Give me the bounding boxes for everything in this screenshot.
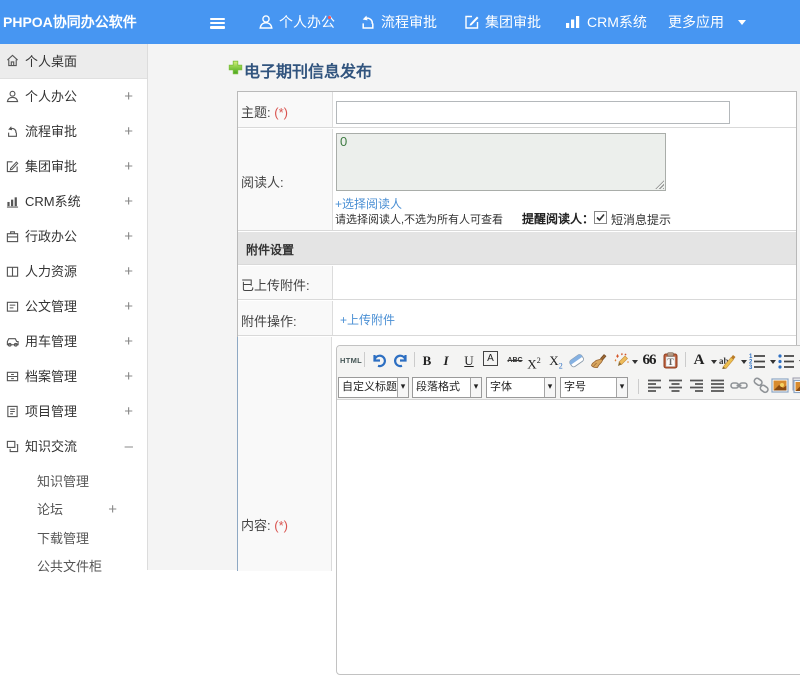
- svg-text:3: 3: [749, 365, 753, 369]
- svg-text:T: T: [667, 358, 674, 368]
